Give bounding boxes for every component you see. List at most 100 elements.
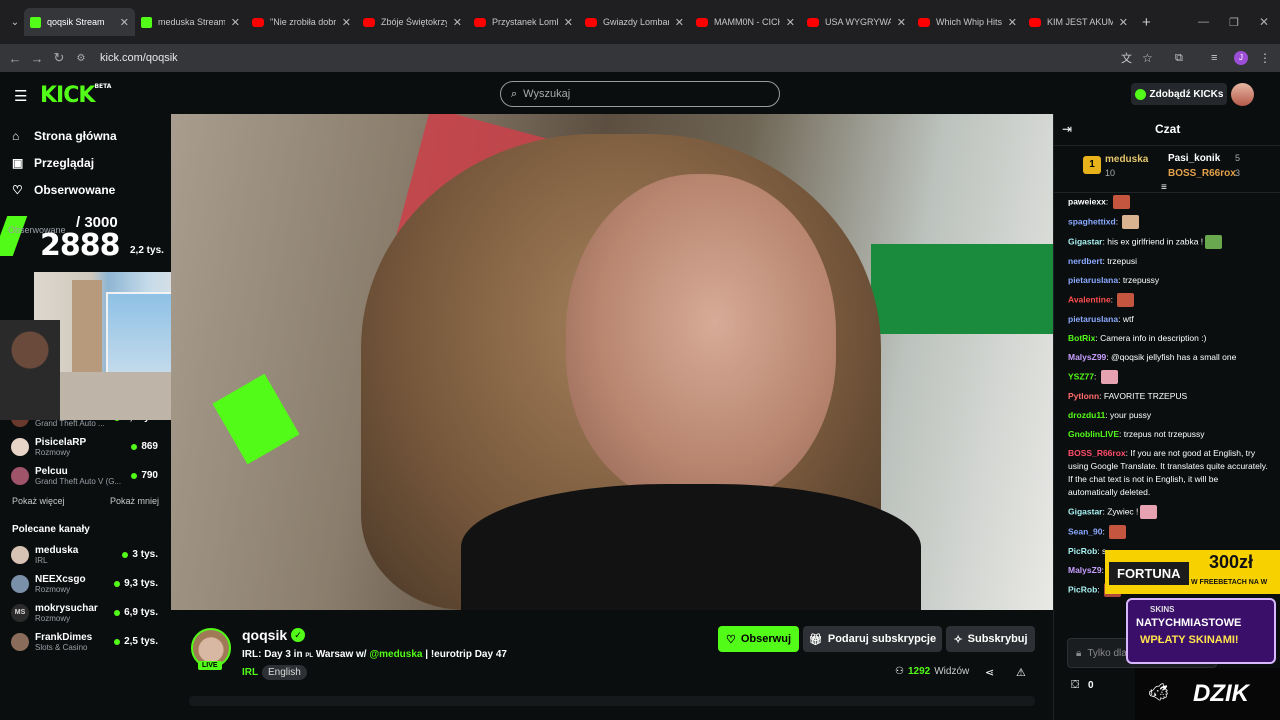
video-player[interactable] [171,114,1053,610]
user-avatar[interactable] [1231,83,1254,106]
reload-icon[interactable]: ↻ [48,50,70,66]
chat-username[interactable]: Sean_90 [1068,526,1103,536]
channel-name: FrankDimes [35,631,93,643]
leaderboard-user-1[interactable]: meduska [1105,154,1148,165]
extensions-icon[interactable]: ⧉ [1175,52,1183,65]
browser-menu-icon[interactable]: ⋮ [1259,51,1271,65]
report-icon[interactable]: ⚠ [1016,666,1026,679]
close-tab-icon[interactable]: ✕ [1119,16,1128,29]
channel-item[interactable]: meduska IRL 3 tys. [0,540,170,569]
close-tab-icon[interactable]: ✕ [120,16,129,29]
share-icon[interactable]: ⋖ [985,666,994,679]
boar-icon: 🐗︎ [1147,682,1170,702]
close-tab-icon[interactable]: ✕ [897,16,906,29]
close-tab-icon[interactable]: ✕ [231,16,240,29]
address-bar: ← → ↻ ⚙ kick.com/qoqsik 文 ☆ ⧉ ≡ J ⋮ [0,44,1280,72]
chat-username[interactable]: GnoblinLIVE [1068,429,1119,439]
channel-category: IRL [35,555,48,565]
chat-username[interactable]: nerdbert [1068,256,1102,266]
leaderboard-user-3[interactable]: BOSS_R66rox [1168,168,1236,179]
minimize-button[interactable]: — [1198,16,1209,28]
search-input[interactable]: ⌕ Wyszukaj [500,81,780,107]
close-tab-icon[interactable]: ✕ [453,16,462,29]
youtube-favicon-icon [1029,17,1041,27]
media-icon[interactable]: ≡ [1211,52,1217,64]
chat-username[interactable]: Gigastar [1068,506,1103,516]
profile-avatar[interactable]: J [1234,51,1248,65]
browser-tab[interactable]: qoqsik Stream ✕ [24,8,135,36]
channel-item[interactable]: NEEXcsgo Rozmowy 9,3 tys. [0,569,170,598]
browser-tab[interactable]: meduska Stream ✕ [135,8,246,36]
browser-tab[interactable]: MAMM0N - CICH ✕ [690,8,801,36]
site-info-icon[interactable]: ⚙ [70,53,92,64]
url-field[interactable]: kick.com/qoqsik [100,52,178,64]
close-tab-icon[interactable]: ✕ [564,16,573,29]
get-kicks-button[interactable]: Zdobądź KICKs [1131,83,1227,105]
title-mention-link[interactable]: @meduska [369,649,422,660]
bookmark-star-icon[interactable]: ☆ [1142,51,1153,65]
chat-message: Gigastar: Zywiec ! [1054,502,1280,522]
chat-username[interactable]: paweiexx [1068,196,1106,206]
channel-name[interactable]: qoqsik [242,627,287,643]
browser-tab[interactable]: Which Whip Hits ✕ [912,8,1023,36]
chat-username[interactable]: pietaruslana [1068,275,1118,285]
kick-favicon-icon [141,16,152,28]
chat-username[interactable]: drozdu11 [1068,410,1105,420]
chat-username[interactable]: BOSS_R66rox [1068,448,1126,458]
browser-tab[interactable]: Przystanek Lomb ✕ [468,8,579,36]
chat-username[interactable]: Pytlonn [1068,391,1099,401]
show-more-link[interactable]: Pokaż więcej [12,496,65,516]
close-tab-icon[interactable]: ✕ [786,16,795,29]
close-tab-icon[interactable]: ✕ [342,16,351,29]
channel-item[interactable]: Pelcuu Grand Theft Auto V (G... 790 [0,461,170,490]
chat-username[interactable]: MalysZ9 [1068,565,1102,575]
chat-username[interactable]: PicRob [1068,546,1097,556]
chat-username[interactable]: PicRob [1068,584,1097,594]
emote-icon [1140,505,1158,519]
collapse-chat-icon[interactable]: ⇥ [1062,122,1072,136]
tab-search-chevron-icon[interactable]: ⌄ [6,17,24,28]
chat-message: Gigastar: his ex girlfriend in zabka ! [1054,232,1280,252]
browser-tab[interactable]: USA WYGRYWA C ✕ [801,8,912,36]
show-less-link[interactable]: Pokaż mniej [110,496,159,516]
flag-icon: PL [305,653,314,659]
chat-username[interactable]: Avalentine [1068,294,1111,304]
leaderboard-user-2[interactable]: Pasi_konik [1168,153,1220,164]
chat-username[interactable]: Gigastar [1068,236,1103,246]
chat-username[interactable]: pietaruslana [1068,314,1118,324]
forward-icon[interactable]: → [26,51,48,66]
browser-tab[interactable]: Zbóje Świętokrzy ✕ [357,8,468,36]
nav-item[interactable]: ▣ Przeglądaj [0,149,170,176]
language-tag[interactable]: English [262,665,307,680]
chat-username[interactable]: YSZ77 [1068,371,1094,381]
hamburger-menu-icon[interactable]: ☰ [14,87,27,105]
live-dot-icon [114,638,121,645]
kick-logo[interactable]: KICKBETA [40,83,111,108]
channel-item[interactable]: FrankDimes Slots & Casino 2,5 tys. [0,627,170,656]
nav-item[interactable]: ♡ Obserwowane [0,176,170,203]
browser-tab[interactable]: KIM JEST AKUMU ✕ [1023,8,1134,36]
restore-button[interactable]: ❐ [1229,16,1239,29]
follow-button[interactable]: ♡ Obserwuj [718,626,799,652]
browser-tab[interactable]: Gwiazdy Lombard ✕ [579,8,690,36]
channel-item[interactable]: PisicelaRP Rozmowy 869 [0,432,170,461]
close-window-button[interactable]: ✕ [1259,15,1269,29]
gift-subs-button[interactable]: 🎁︎ Podaruj subskrypcje [803,626,942,652]
recommended-title: Polecane kanały [12,524,90,535]
chat-message: Pytlonn: FAVORITE TRZEPUS [1054,387,1280,406]
chat-username[interactable]: BotRix [1068,333,1095,343]
channel-item[interactable]: MS mokrysuchar Rozmowy 6,9 tys. [0,598,170,627]
translate-icon[interactable]: 文 [1121,50,1132,66]
close-tab-icon[interactable]: ✕ [675,16,684,29]
nav-item[interactable]: ⌂ Strona główna [0,122,170,149]
chat-text: Zywiec ! [1107,506,1139,517]
chat-username[interactable]: spaghettixd [1068,216,1116,226]
browser-tab[interactable]: "Nie zrobiła dobr ✕ [246,8,357,36]
new-tab-button[interactable]: + [1142,14,1151,31]
back-icon[interactable]: ← [4,51,26,66]
close-tab-icon[interactable]: ✕ [1008,16,1017,29]
chat-message: spaghettixd: [1054,212,1280,232]
chat-username[interactable]: MalysZ99 [1068,352,1106,362]
category-link[interactable]: IRL [242,667,258,678]
subscribe-button[interactable]: ✧ Subskrybuj [946,626,1035,652]
